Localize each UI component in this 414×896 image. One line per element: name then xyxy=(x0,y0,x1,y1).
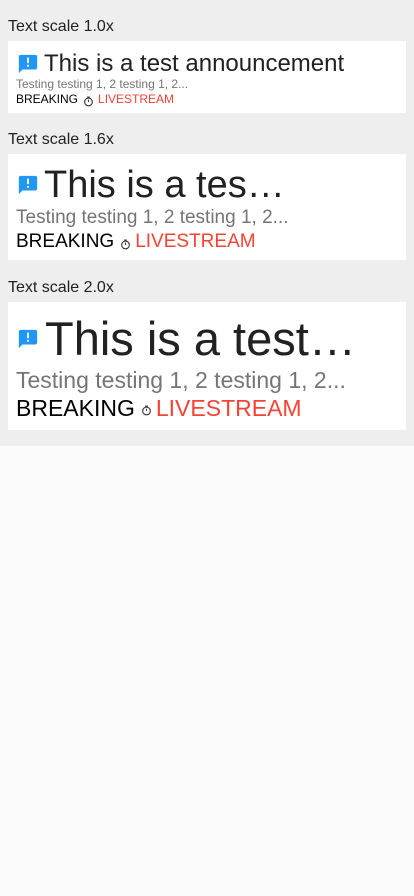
tag-livestream: LIVESTREAM xyxy=(135,231,256,252)
announcement-title: This is a test announcement xyxy=(44,50,345,77)
timer-icon xyxy=(120,237,131,249)
section-label-2-0x: Text scale 2.0x xyxy=(8,279,114,296)
announcement-card-1-0x[interactable]: This is a test announcement Testing test… xyxy=(8,41,406,113)
announcement-title-row: This is a test announcement xyxy=(17,50,397,78)
announcement-icon xyxy=(17,53,39,75)
section-label-1-0x: Text scale 1.0x xyxy=(8,18,114,35)
tag-livestream: LIVESTREAM xyxy=(155,395,302,421)
announcement-preview-panel: Text scale 1.0x This is a test announcem… xyxy=(0,0,414,446)
announcement-card-1-6x[interactable]: This is a test announcement Testing test… xyxy=(8,154,406,260)
announcement-title: This is a test announcement xyxy=(45,312,365,365)
tag-breaking: BREAKING xyxy=(16,231,115,252)
announcement-tags: BREAKING LIVESTREAM xyxy=(16,230,256,254)
announcement-icon xyxy=(17,328,39,350)
tag-livestream: LIVESTREAM xyxy=(98,92,175,106)
announcement-subtitle: Testing testing 1, 2 testing 1, 2... xyxy=(16,77,189,91)
announcement-subtitle: Testing testing 1, 2 testing 1, 2... xyxy=(16,207,289,228)
announcement-tags: BREAKING LIVESTREAM xyxy=(16,394,302,422)
announcement-card-2-0x[interactable]: This is a test announcement Testing test… xyxy=(8,302,406,430)
announcement-title: This is a test announcement xyxy=(44,164,294,206)
timer-icon xyxy=(83,94,94,106)
announcement-subtitle: Testing testing 1, 2 testing 1, 2... xyxy=(16,367,346,393)
announcement-title-row: This is a test announcement xyxy=(17,312,377,366)
tag-breaking: BREAKING xyxy=(16,92,79,106)
announcement-icon xyxy=(17,174,39,196)
announcement-tags: BREAKING LIVESTREAM xyxy=(16,91,174,107)
section-label-1-6x: Text scale 1.6x xyxy=(8,131,114,148)
announcement-title-row: This is a test announcement xyxy=(17,163,307,207)
tag-breaking: BREAKING xyxy=(16,395,135,421)
timer-icon xyxy=(141,403,152,415)
